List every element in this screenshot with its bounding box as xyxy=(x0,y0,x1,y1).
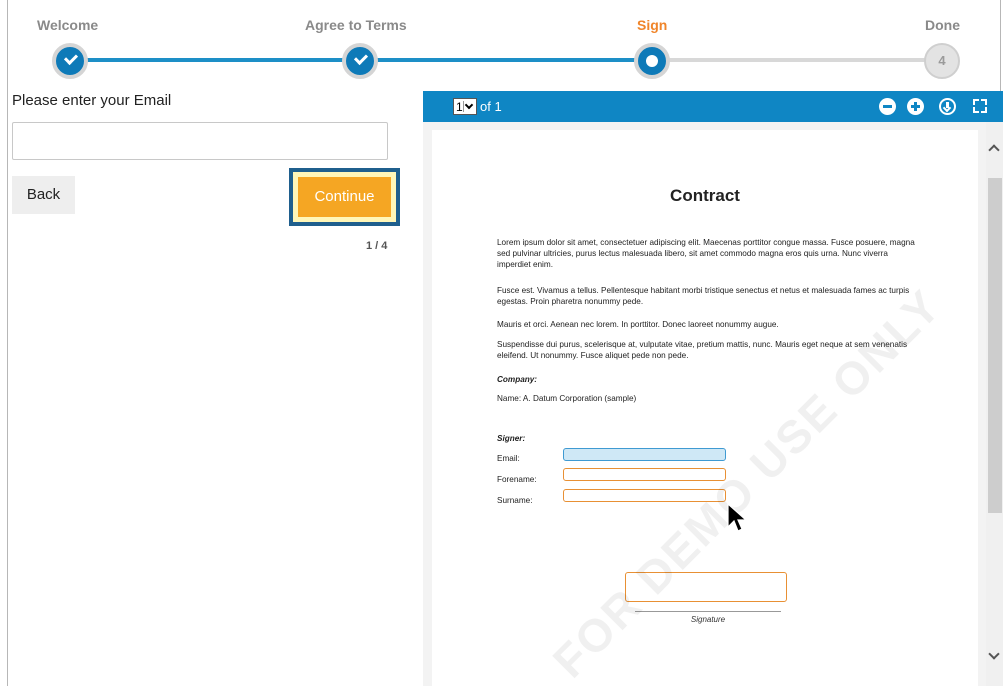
document-paragraph-2: Fusce est. Vivamus a tellus. Pellentesqu… xyxy=(497,286,910,306)
back-button[interactable]: Back xyxy=(12,176,75,214)
signer-email-label: Email: xyxy=(497,454,520,463)
fullscreen-icon[interactable] xyxy=(973,99,987,113)
document-paragraph-1: Lorem ipsum dolor sit amet, consectetuer… xyxy=(497,238,915,269)
signer-heading: Signer: xyxy=(497,434,526,443)
document-scrollbar[interactable] xyxy=(986,122,1003,686)
step-connector-1 xyxy=(70,58,360,62)
step-agree-check-icon xyxy=(342,43,378,79)
step-connector-3 xyxy=(652,58,942,62)
signer-surname-label: Surname: xyxy=(497,496,533,505)
scroll-down-icon[interactable] xyxy=(988,648,1000,660)
document-page: Contract Lorem ipsum dolor sit amet, con… xyxy=(432,130,978,690)
step-label-done: Done xyxy=(925,17,960,33)
email-label: Please enter your Email xyxy=(12,92,172,109)
step-label-agree-to-terms: Agree to Terms xyxy=(305,17,407,33)
mouse-cursor-icon xyxy=(727,503,747,532)
signer-email-field[interactable] xyxy=(563,448,726,461)
signature-caption: Signature xyxy=(690,615,726,624)
document-paragraph-3: Mauris et orci. Aenean nec lorem. In por… xyxy=(497,320,779,329)
chevron-down-icon xyxy=(463,101,475,112)
continue-button-highlight: Continue xyxy=(293,172,396,222)
zoom-out-icon[interactable] xyxy=(879,98,896,115)
continue-button[interactable]: Continue xyxy=(298,177,391,217)
page-count-text: of 1 xyxy=(480,99,502,114)
page-indicator: 1 / 4 xyxy=(366,240,388,252)
page-select[interactable]: 1 xyxy=(453,98,477,115)
scrollbar-thumb[interactable] xyxy=(988,178,1002,513)
step-sign-current-icon xyxy=(634,43,670,79)
step-label-welcome: Welcome xyxy=(37,17,99,33)
document-viewport: Contract Lorem ipsum dolor sit amet, con… xyxy=(423,122,986,690)
continue-button-focus-ring: Continue xyxy=(289,168,400,226)
download-icon[interactable] xyxy=(939,98,956,115)
zoom-in-icon[interactable] xyxy=(907,98,924,115)
signer-forename-label: Forename: xyxy=(497,475,537,484)
email-input[interactable] xyxy=(12,122,388,160)
step-connector-2 xyxy=(360,58,652,62)
signer-forename-field[interactable] xyxy=(563,468,726,481)
page-select-value: 1 xyxy=(456,100,463,114)
document-viewer-toolbar: 1 of 1 xyxy=(423,91,1003,122)
company-heading: Company: xyxy=(497,375,538,384)
step-done-number: 4 xyxy=(924,43,960,79)
document-title: Contract xyxy=(670,186,740,205)
company-name: Name: A. Datum Corporation (sample) xyxy=(497,394,637,403)
scroll-up-icon[interactable] xyxy=(988,144,1000,156)
step-label-sign: Sign xyxy=(637,17,668,33)
step-welcome-check-icon xyxy=(52,43,88,79)
